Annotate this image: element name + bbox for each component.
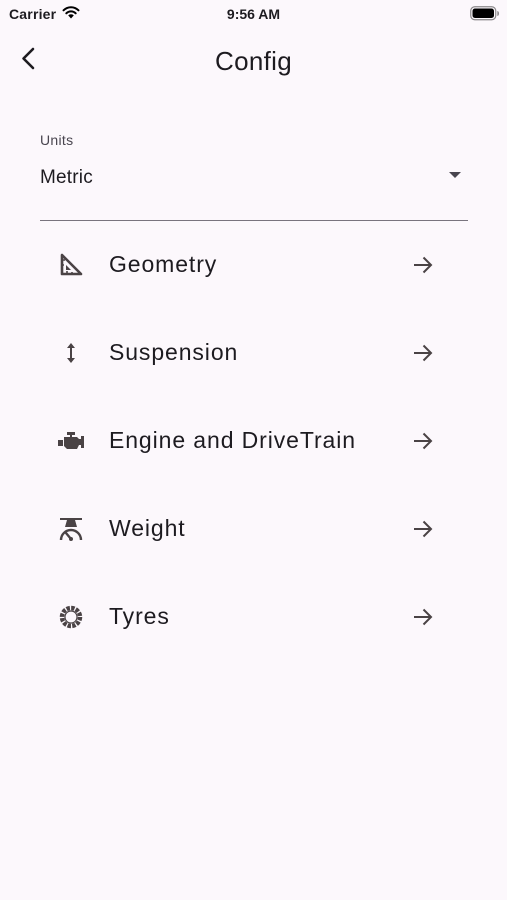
tyre-icon bbox=[58, 604, 84, 630]
page-title: Config bbox=[215, 46, 292, 76]
menu-item-weight[interactable]: Weight bbox=[40, 485, 468, 573]
arrow-forward-icon bbox=[411, 341, 435, 365]
arrow-forward-icon bbox=[411, 429, 435, 453]
dropdown-arrow-icon[interactable] bbox=[448, 170, 462, 180]
arrow-forward-icon bbox=[411, 517, 435, 541]
arrow-forward-icon bbox=[411, 605, 435, 629]
config-screen: Carrier 9:56 AM Config Units Metric Geom… bbox=[0, 0, 507, 900]
units-value: Metric bbox=[40, 167, 93, 188]
menu-item-engine[interactable]: Engine and DriveTrain bbox=[40, 397, 468, 485]
menu-item-label: Suspension bbox=[109, 339, 239, 365]
menu-item-label: Weight bbox=[109, 515, 186, 541]
config-menu-list: Geometry Suspension Engine and DriveTrai… bbox=[40, 221, 468, 661]
units-label: Units bbox=[40, 132, 74, 148]
arrow-forward-icon bbox=[411, 253, 435, 277]
menu-item-label: Engine and DriveTrain bbox=[109, 427, 356, 453]
menu-item-label: Geometry bbox=[109, 251, 218, 277]
app-bar: Config bbox=[0, 38, 507, 84]
status-time: 9:56 AM bbox=[226, 6, 281, 22]
scale-icon bbox=[58, 516, 84, 542]
set-square-icon bbox=[58, 252, 84, 278]
units-dropdown[interactable]: Units Metric bbox=[40, 128, 468, 221]
menu-item-suspension[interactable]: Suspension bbox=[40, 309, 468, 397]
menu-item-label: Tyres bbox=[109, 603, 170, 629]
status-bar: Carrier 9:56 AM bbox=[0, 0, 507, 28]
battery-icon bbox=[470, 6, 500, 21]
menu-item-tyres[interactable]: Tyres bbox=[40, 573, 468, 661]
engine-icon bbox=[58, 428, 84, 454]
vertical-arrows-icon bbox=[58, 340, 84, 366]
menu-item-geometry[interactable]: Geometry bbox=[40, 221, 468, 309]
